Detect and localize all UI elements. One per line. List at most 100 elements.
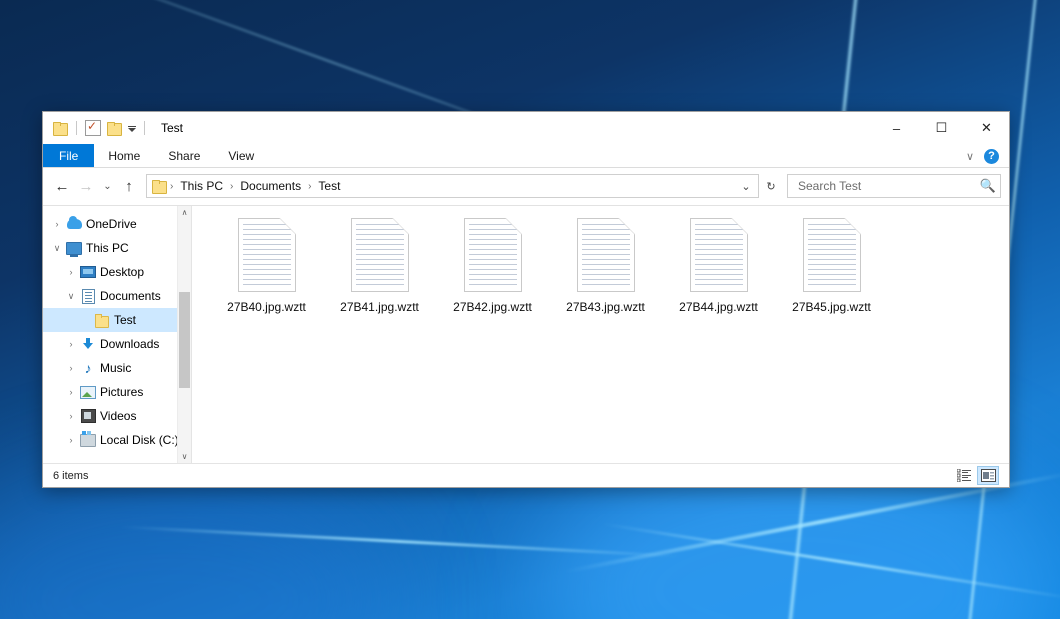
sidebar-item-music[interactable]: ›♪Music [43,356,191,380]
explorer-body: ›OneDrive ∨ This PC ›Desktop ∨ Documents Test ›… [43,205,1009,463]
navigation-pane: ›OneDrive ∨ This PC ›Desktop ∨ Documents Test ›… [43,206,191,463]
generic-document-icon [351,218,409,292]
sidebar-item-onedrive[interactable]: ›OneDrive [43,212,191,236]
sidebar-item-videos[interactable]: ›Videos [43,404,191,428]
sidebar-item-pictures[interactable]: › Pictures [43,380,191,404]
navigation-scrollbar[interactable]: ∧ ∨ [177,206,191,463]
sidebar-item-this-pc[interactable]: ∨ This PC [43,236,191,260]
tab-home[interactable]: Home [94,144,154,168]
twisty-icon[interactable]: ∨ [49,243,65,254]
twisty-icon[interactable]: › [63,387,79,397]
file-name-label: 27B43.jpg.wztt [566,300,645,314]
new-folder-icon[interactable] [107,122,122,135]
address-dropdown-icon[interactable]: ⌄ [736,176,756,196]
folder-icon[interactable] [53,122,68,135]
help-icon[interactable]: ? [984,149,999,164]
twisty-icon[interactable]: › [63,267,79,277]
sidebar-item-local-disk-c[interactable]: › Local Disk (C:) [43,428,191,452]
details-view-icon [957,469,972,482]
wallpaper-glow-left [0,470,400,619]
file-name-label: 27B41.jpg.wztt [340,300,419,314]
tab-view[interactable]: View [214,144,268,168]
file-item[interactable]: 27B44.jpg.wztt [662,214,775,314]
music-icon: ♪ [79,362,97,375]
properties-checkmark-icon[interactable] [85,120,101,136]
generic-document-icon [803,218,861,292]
twisty-icon[interactable]: › [63,435,79,445]
generic-document-icon [577,218,635,292]
videos-icon [79,409,97,423]
tab-share[interactable]: Share [154,144,214,168]
breadcrumb-documents[interactable]: Documents [236,176,305,196]
sidebar-item-label: Test [111,313,136,327]
sidebar-item-desktop[interactable]: ›Desktop [43,260,191,284]
file-grid: 27B40.jpg.wztt 27B41.jpg.wztt 27B42.jpg.wz… [210,214,1009,314]
recent-locations-button[interactable]: ⌄ [99,175,116,197]
file-item[interactable]: 27B42.jpg.wztt [436,214,549,314]
cloud-icon [65,219,83,229]
search-box[interactable]: 🔍 [787,174,1001,198]
tab-file[interactable]: File [43,144,94,168]
view-mode-buttons [953,466,1005,485]
quick-access-toolbar: Test [43,120,183,136]
up-button[interactable]: ↑ [118,175,140,197]
title-bar[interactable]: Test – ☐ ✕ [43,112,1009,144]
breadcrumb-this-pc[interactable]: This PC [176,176,227,196]
folder-icon [93,315,111,326]
breadcrumb-test[interactable]: Test [314,176,344,196]
twisty-icon[interactable]: › [63,411,79,421]
sidebar-item-test[interactable]: Test [43,308,191,332]
scroll-up-arrow-icon[interactable]: ∧ [178,206,191,219]
scrollbar-thumb[interactable] [179,292,190,388]
minimize-button[interactable]: – [874,112,919,144]
file-name-label: 27B42.jpg.wztt [453,300,532,314]
back-button[interactable]: ← [51,175,73,197]
file-item[interactable]: 27B41.jpg.wztt [323,214,436,314]
download-icon [79,338,97,351]
computer-icon [65,242,83,255]
search-icon[interactable]: 🔍 [980,178,996,194]
generic-document-icon [238,218,296,292]
sidebar-item-label: Local Disk (C:) [97,433,179,447]
address-bar[interactable]: › This PC › Documents › Test ⌄ [146,174,759,198]
window-title: Test [161,121,183,135]
file-name-label: 27B40.jpg.wztt [227,300,306,314]
toolbar-divider-2 [144,121,145,135]
status-bar: 6 items [43,463,1009,487]
large-icons-view-icon [981,469,996,482]
file-name-label: 27B45.jpg.wztt [792,300,871,314]
sidebar-item-label: Pictures [97,385,143,399]
pictures-icon [79,386,97,399]
chevron-down-icon[interactable]: ∨ [966,150,974,163]
sidebar-item-label: Music [97,361,131,375]
address-bar-row: ← → ⌄ ↑ › This PC › Documents › Test ⌄ ↻… [43,168,1009,205]
details-view-button[interactable] [953,466,975,485]
toolbar-divider [76,121,77,135]
file-item[interactable]: 27B43.jpg.wztt [549,214,662,314]
file-name-label: 27B44.jpg.wztt [679,300,758,314]
customize-quick-access-chevron-icon[interactable] [128,128,136,132]
sidebar-item-label: This PC [83,241,129,255]
breadcrumb-separator-0: › [169,181,174,192]
ribbon-right-controls: ∨ ? [966,144,1009,168]
breadcrumb-separator-1: › [229,181,234,192]
sidebar-item-label: Documents [97,289,161,303]
large-icons-view-button[interactable] [977,466,999,485]
twisty-icon[interactable]: ∨ [63,291,79,302]
twisty-icon[interactable]: › [49,219,65,229]
maximize-button[interactable]: ☐ [919,112,964,144]
file-item[interactable]: 27B45.jpg.wztt [775,214,888,314]
twisty-icon[interactable]: › [63,339,79,349]
file-item[interactable]: 27B40.jpg.wztt [210,214,323,314]
search-input[interactable] [796,178,980,194]
generic-document-icon [464,218,522,292]
file-list-view[interactable]: 27B40.jpg.wztt 27B41.jpg.wztt 27B42.jpg.wz… [192,206,1009,463]
sidebar-item-downloads[interactable]: ›Downloads [43,332,191,356]
refresh-button[interactable]: ↻ [761,176,781,196]
close-button[interactable]: ✕ [964,112,1009,144]
twisty-icon[interactable]: › [63,363,79,373]
sidebar-item-documents[interactable]: ∨ Documents [43,284,191,308]
address-bar-right: ⌄ [736,176,756,196]
forward-button[interactable]: → [75,175,97,197]
scroll-down-arrow-icon[interactable]: ∨ [178,450,191,463]
